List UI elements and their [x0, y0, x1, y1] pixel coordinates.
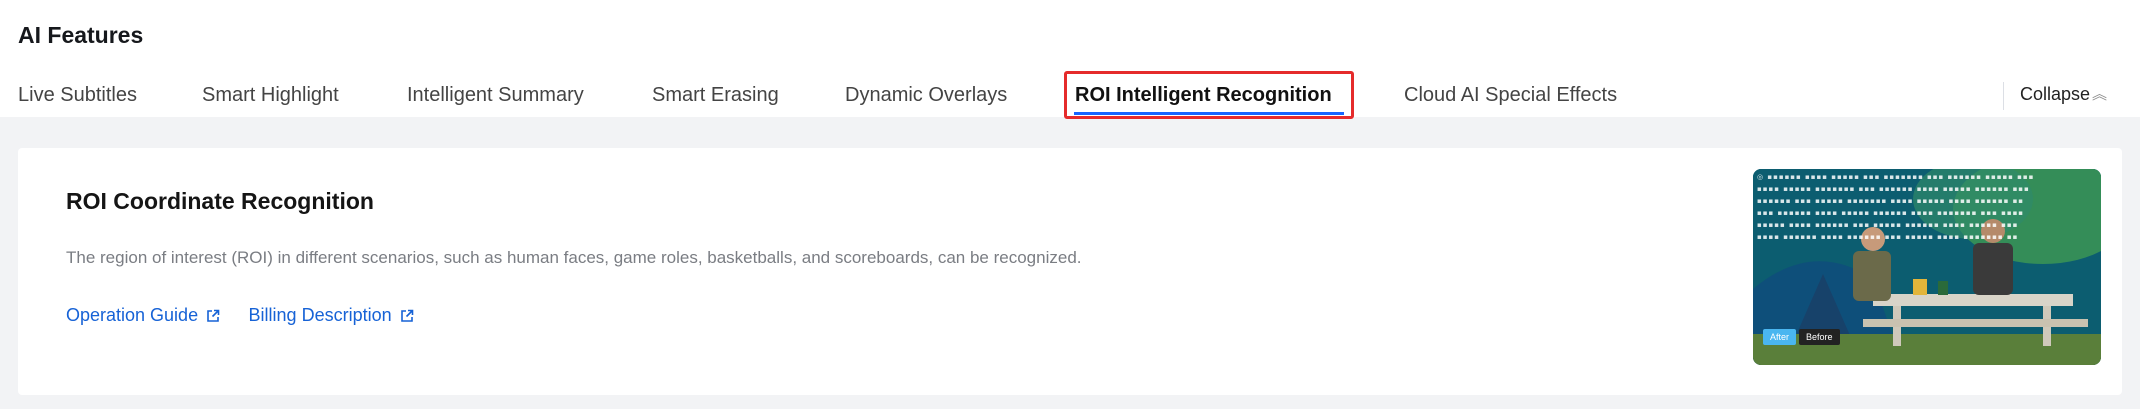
tab-smart-highlight[interactable]: Smart Highlight	[202, 84, 339, 107]
after-label[interactable]: After	[1763, 329, 1797, 345]
collapse-divider	[2003, 82, 2004, 110]
card-title: ROI Coordinate Recognition	[66, 188, 374, 214]
tab-dynamic-overlays[interactable]: Dynamic Overlays	[845, 84, 1007, 107]
collapse-button[interactable]: Collapse ︽	[2020, 84, 2107, 105]
operation-guide-link[interactable]: Operation Guide	[66, 305, 220, 326]
external-link-icon	[207, 309, 220, 322]
tab-smart-erasing[interactable]: Smart Erasing	[652, 84, 779, 107]
double-chevron-up-icon: ︽	[2092, 86, 2108, 103]
page-title: AI Features	[18, 22, 144, 48]
collapse-label: Collapse	[2020, 84, 2091, 104]
card-links: Operation Guide Billing Description	[66, 305, 438, 326]
top-panel: AI Features Live Subtitles Smart Highlig…	[0, 0, 2140, 119]
external-link-icon	[400, 309, 413, 322]
feature-card: ROI Coordinate Recognition The region of…	[18, 148, 2122, 395]
before-label[interactable]: Before	[1799, 329, 1840, 345]
tab-live-subtitles[interactable]: Live Subtitles	[18, 84, 137, 107]
card-description: The region of interest (ROI) in differen…	[66, 248, 1082, 267]
billing-description-label: Billing Description	[248, 305, 392, 325]
danmaku-overlay: ◎ ▪▪▪▪▪▪ ▪▪▪▪ ▪▪▪▪▪ ▪▪▪ ▪▪▪▪▪▪▪ ▪▪▪ ▪▪▪▪…	[1757, 173, 2035, 241]
before-after-toggle: After Before	[1763, 329, 1843, 345]
operation-guide-label: Operation Guide	[66, 305, 199, 325]
billing-description-link[interactable]: Billing Description	[249, 305, 414, 326]
preview-image: ◎ ▪▪▪▪▪▪ ▪▪▪▪ ▪▪▪▪▪ ▪▪▪ ▪▪▪▪▪▪▪ ▪▪▪ ▪▪▪▪…	[1753, 169, 2101, 365]
tab-cloud-ai-special-effects[interactable]: Cloud AI Special Effects	[1404, 84, 1617, 107]
tab-intelligent-summary[interactable]: Intelligent Summary	[407, 84, 584, 107]
highlight-box	[1064, 71, 1354, 119]
